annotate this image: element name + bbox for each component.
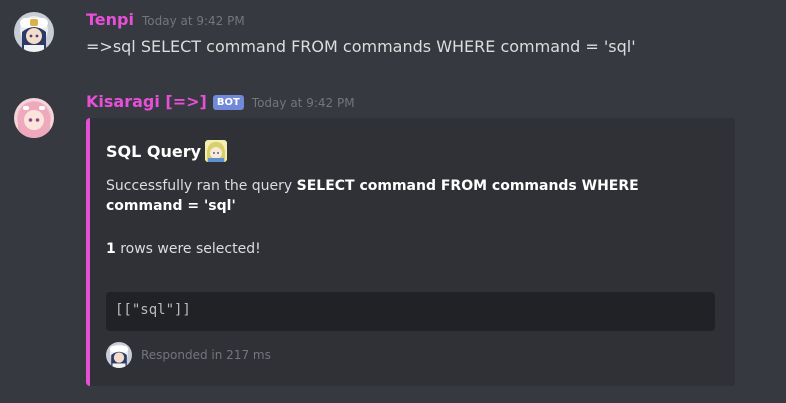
- bot-tag-badge: BOT: [212, 95, 244, 110]
- rows-selected-line: 1 rows were selected!: [106, 241, 261, 257]
- embed-description: Successfully ran the query SELECT comman…: [106, 176, 718, 216]
- footer-text: Responded in 217 ms: [141, 348, 271, 362]
- tenpi-avatar-icon: [14, 12, 54, 52]
- message-tenpi: Tenpi Today at 9:42 PM =>sql SELECT comm…: [0, 0, 786, 80]
- kisaragi-avatar-icon: [14, 98, 54, 138]
- timestamp: Today at 9:42 PM: [141, 14, 245, 28]
- embed-title: SQL Query: [106, 140, 228, 162]
- embed-card: SQL Query Successfully ran the query SEL…: [86, 118, 735, 386]
- description-prefix: Successfully ran the query: [106, 178, 297, 194]
- footer-avatar-icon: [106, 342, 132, 368]
- embed-title-text: SQL Query: [106, 141, 202, 161]
- user-avatar-kisaragi[interactable]: [14, 98, 54, 138]
- rows-count: 1: [106, 241, 116, 257]
- embed-footer: Responded in 217 ms: [106, 342, 271, 368]
- timestamp: Today at 9:42 PM: [251, 96, 355, 110]
- username[interactable]: Tenpi: [86, 10, 134, 29]
- author-line: Kisaragi [=>] BOT Today at 9:42 PM: [86, 92, 355, 112]
- anime-emoji-icon: [205, 140, 228, 162]
- user-avatar-tenpi[interactable]: [14, 12, 54, 52]
- message-content: =>sql SELECT command FROM commands WHERE…: [86, 37, 636, 56]
- rows-suffix: rows were selected!: [115, 241, 261, 257]
- author-line: Tenpi Today at 9:42 PM: [86, 10, 245, 29]
- username[interactable]: Kisaragi [=>]: [86, 92, 207, 111]
- code-block[interactable]: [["sql"]]: [106, 292, 715, 331]
